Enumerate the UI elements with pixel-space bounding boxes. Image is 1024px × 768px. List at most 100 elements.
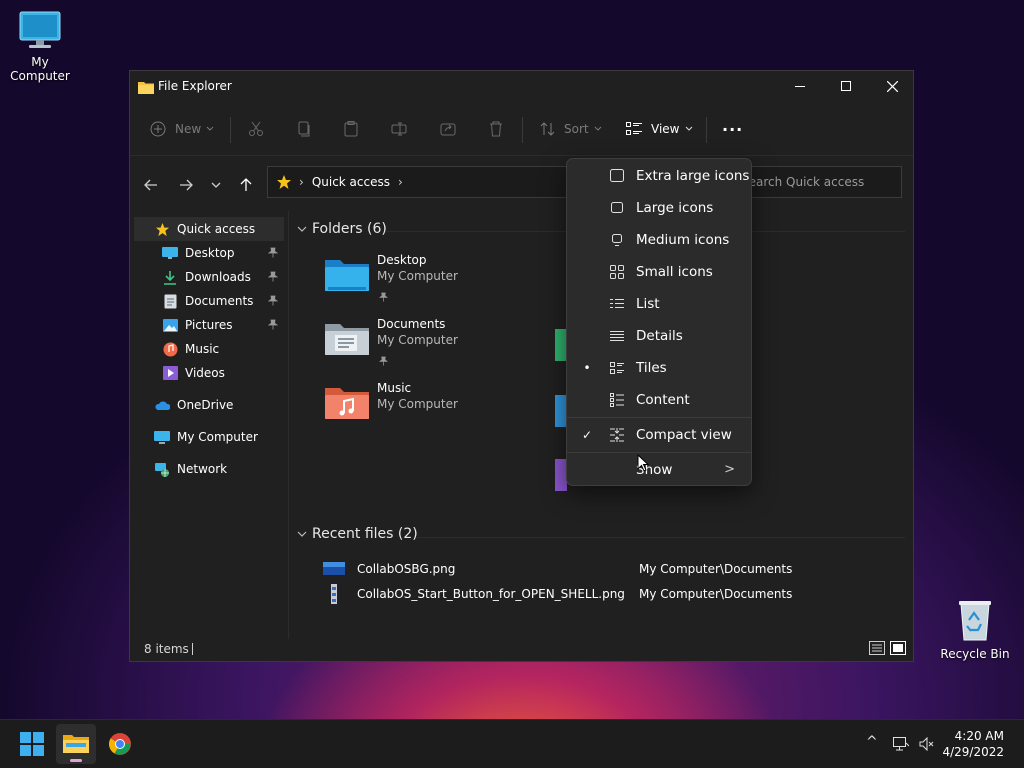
view-button[interactable]: View	[626, 117, 693, 141]
close-icon	[886, 80, 898, 92]
sidebar-item-desktop[interactable]: Desktop	[134, 241, 284, 265]
folder-tile-desktop[interactable]: Desktop My Computer	[289, 253, 509, 309]
recent-file-name: CollabOSBG.png	[357, 562, 456, 576]
download-icon	[162, 269, 178, 285]
copy-button[interactable]	[296, 117, 312, 141]
details-view-icon[interactable]	[869, 641, 885, 658]
forward-button[interactable]	[174, 173, 198, 197]
chevron-down-icon	[686, 126, 693, 131]
menu-item-marker: •	[583, 361, 591, 375]
sidebar-item-pictures[interactable]: Pictures	[134, 313, 284, 337]
toolbar-separator	[706, 117, 707, 143]
sidebar-item-label: Downloads	[185, 270, 251, 284]
sidebar-item-label: Videos	[185, 366, 225, 380]
trash-icon	[490, 121, 502, 137]
recycle-bin-label: Recycle Bin	[940, 647, 1010, 661]
rename-button[interactable]	[391, 117, 407, 141]
sidebar-item-my-computer[interactable]: My Computer	[134, 425, 284, 449]
sidebar-item-label: Music	[185, 342, 220, 356]
cut-button[interactable]	[248, 117, 264, 141]
computer-icon	[154, 429, 170, 445]
maximize-button[interactable]	[823, 71, 869, 101]
chevron-down-icon	[594, 126, 601, 131]
sidebar-item-videos[interactable]: Videos	[134, 361, 284, 385]
folder-tile-music[interactable]: Music My Computer	[289, 381, 509, 437]
delete-button[interactable]	[488, 117, 504, 141]
close-button[interactable]	[869, 71, 915, 101]
back-button[interactable]	[139, 173, 163, 197]
address-bar[interactable]: › Quick access ›	[267, 166, 575, 198]
image-file-icon	[331, 584, 337, 607]
recent-header-label: Recent files (2)	[312, 526, 418, 542]
minimize-button[interactable]	[777, 71, 823, 101]
up-button[interactable]	[234, 173, 258, 197]
folders-header-label: Folders (6)	[312, 221, 387, 237]
videos-icon	[162, 365, 178, 381]
folders-section-header[interactable]: Folders (6)	[297, 221, 387, 237]
chevron-down-icon	[206, 126, 214, 131]
menu-separator	[567, 452, 751, 453]
arrow-right-icon	[180, 179, 193, 191]
new-button[interactable]: New	[150, 117, 214, 141]
system-clock[interactable]: 4:20 AM 4/29/2022	[942, 728, 1004, 760]
desktop-icon-recycle-bin[interactable]: Recycle Bin	[935, 598, 1015, 661]
desktop-icon	[162, 245, 178, 261]
view-menu: Extra large icons Large icons Medium ico…	[566, 158, 752, 486]
window-title: File Explorer	[158, 79, 232, 93]
compact-view-icon	[610, 428, 624, 446]
volume-muted-icon[interactable]	[919, 736, 935, 755]
search-box[interactable]: Search Quick access	[730, 166, 902, 198]
menu-item-content[interactable]: Content	[567, 384, 751, 416]
share-button[interactable]	[440, 117, 456, 141]
start-button[interactable]	[12, 724, 52, 764]
view-tiles-icon	[626, 122, 642, 135]
recent-locations-button[interactable]	[204, 173, 228, 197]
taskbar-file-explorer[interactable]	[56, 724, 96, 764]
recent-file-row[interactable]: CollabOS_Start_Button_for_OPEN_SHELL.png…	[319, 583, 939, 605]
tray-chevron-icon[interactable]: ^	[866, 734, 878, 750]
menu-item-small-icons[interactable]: Small icons	[567, 256, 751, 288]
breadcrumb-quick-access[interactable]: Quick access	[312, 175, 390, 189]
folder-tile-documents[interactable]: Documents My Computer	[289, 317, 509, 373]
sidebar-item-label: Pictures	[185, 318, 233, 332]
recent-file-path: My Computer\Documents	[639, 587, 793, 601]
desktop-icon-my-computer[interactable]: My Computer	[0, 10, 80, 83]
recent-file-row[interactable]: CollabOSBG.png My Computer\Documents	[319, 558, 939, 580]
sidebar-item-onedrive[interactable]: OneDrive	[134, 393, 284, 417]
details-view-icon	[610, 329, 624, 347]
breadcrumb-chevron-icon[interactable]: ›	[398, 175, 403, 189]
toolbar-separator	[522, 117, 523, 143]
recent-files-section-header[interactable]: Recent files (2)	[297, 526, 418, 542]
menu-item-medium-icons[interactable]: Medium icons	[567, 224, 751, 256]
sidebar-item-downloads[interactable]: Downloads	[134, 265, 284, 289]
sidebar-item-label: Documents	[185, 294, 254, 308]
menu-item-large-icons[interactable]: Large icons	[567, 192, 751, 224]
paste-button[interactable]	[343, 117, 359, 141]
menu-item-compact-view[interactable]: ✓ Compact view	[567, 419, 751, 451]
menu-item-label: Small icons	[636, 264, 713, 280]
monitor-icon	[19, 11, 61, 48]
sort-button[interactable]: Sort	[540, 117, 602, 141]
sidebar-item-label: Network	[177, 462, 228, 476]
title-bar[interactable]: File Explorer	[130, 71, 913, 101]
item-count: 8 items	[144, 642, 189, 656]
sidebar-item-documents[interactable]: Documents	[134, 289, 284, 313]
menu-item-tiles[interactable]: • Tiles	[567, 352, 751, 384]
network-status-icon[interactable]	[893, 736, 910, 755]
taskbar-chrome[interactable]	[100, 724, 140, 764]
menu-item-show[interactable]: Show >	[567, 454, 751, 486]
sidebar-item-network[interactable]: Network	[134, 457, 284, 481]
sidebar-item-music[interactable]: Music	[134, 337, 284, 361]
more-options-button[interactable]: ···	[722, 117, 743, 141]
menu-item-details[interactable]: Details	[567, 320, 751, 352]
chevron-down-icon	[297, 531, 307, 537]
star-icon	[277, 175, 291, 189]
tiles-view-icon[interactable]	[890, 641, 906, 658]
small-icons-icon	[610, 265, 624, 283]
sidebar-item-quick-access[interactable]: Quick access	[134, 217, 284, 241]
sidebar-item-label: Quick access	[177, 222, 256, 236]
clock-time: 4:20 AM	[954, 729, 1004, 743]
medium-icons-icon	[610, 233, 624, 251]
menu-item-list[interactable]: List	[567, 288, 751, 320]
menu-item-extra-large-icons[interactable]: Extra large icons	[567, 160, 751, 192]
